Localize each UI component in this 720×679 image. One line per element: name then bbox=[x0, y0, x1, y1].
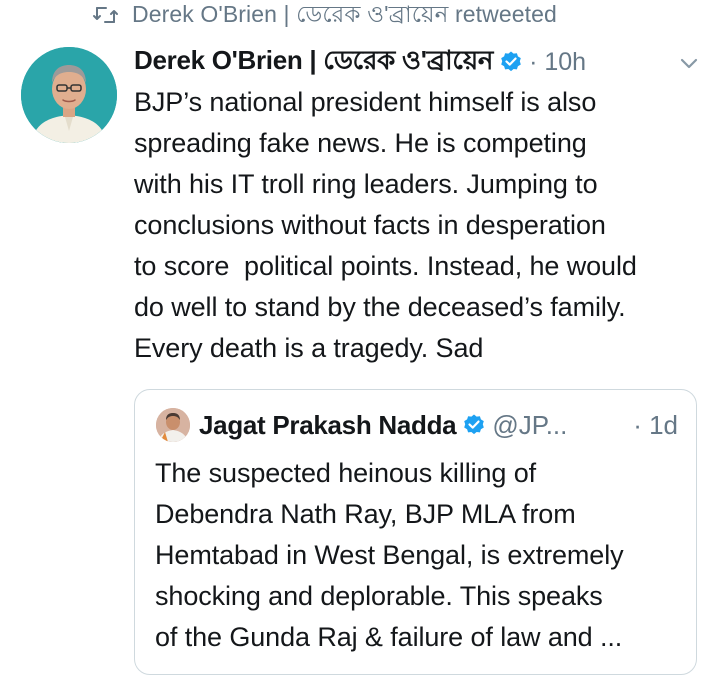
tweet-text-line: with his IT troll ring leaders. Jumping … bbox=[134, 169, 598, 199]
retweet-context-label: Derek O'Brien | ডেরেক ও'ব্রায়েন retweet… bbox=[132, 0, 557, 27]
verified-badge-icon bbox=[464, 414, 485, 435]
quoted-text-line: The suspected heinous killing of bbox=[155, 458, 537, 488]
quoted-author-name: Jagat Prakash Nadda bbox=[199, 409, 457, 440]
quoted-tweet-timestamp: · 1d bbox=[633, 409, 678, 440]
verified-badge-icon bbox=[501, 51, 521, 72]
author-avatar-image bbox=[21, 47, 117, 143]
author-display-name[interactable]: Derek O'Brien | ডেরেক ও'ব্রায়েন bbox=[134, 40, 493, 84]
chevron-down-icon[interactable] bbox=[678, 52, 700, 74]
quoted-text-line: of the Gunda Raj & failure of law and ..… bbox=[155, 622, 623, 652]
tweet-timestamp[interactable]: · 10h bbox=[529, 48, 586, 77]
tweet-text-line: conclusions without facts in desperation bbox=[134, 210, 606, 240]
tweet-text-line: spreading fake news. He is competing bbox=[134, 128, 587, 158]
quoted-tweet-header: Jagat Prakash Nadda @JP... · 1d bbox=[199, 406, 678, 444]
author-avatar[interactable] bbox=[21, 47, 117, 143]
quoted-text-line: shocking and deplorable. This speaks bbox=[155, 581, 603, 611]
tweet-header: Derek O'Brien | ডেরেক ও'ব্রায়েন · 10h bbox=[134, 42, 700, 82]
quoted-author-avatar bbox=[156, 408, 190, 442]
tweet-text-line: Every death is a tragedy. Sad bbox=[134, 333, 484, 363]
tweet-text-line: to score political points. Instead, he w… bbox=[134, 251, 637, 281]
tweet-text-line: do well to stand by the deceased’s famil… bbox=[134, 292, 626, 322]
quoted-tweet-card[interactable]: Jagat Prakash Nadda @JP... · 1d The susp… bbox=[134, 389, 697, 675]
tweet-text-line: BJP’s national president himself is also bbox=[134, 87, 597, 117]
retweet-context[interactable]: Derek O'Brien | ডেরেক ও'ব্রায়েন retweet… bbox=[92, 0, 557, 30]
quoted-tweet-text: The suspected heinous killing of Debendr… bbox=[155, 453, 685, 658]
tweet-text: BJP’s national president himself is also… bbox=[134, 82, 706, 369]
quoted-text-line: Hemtabad in West Bengal, is extremely bbox=[155, 540, 624, 570]
quoted-author-avatar-image bbox=[156, 408, 190, 442]
quoted-text-line: Debendra Nath Ray, BJP MLA from bbox=[155, 499, 576, 529]
quoted-author-handle: @JP... bbox=[492, 409, 568, 440]
retweet-icon bbox=[93, 7, 118, 23]
